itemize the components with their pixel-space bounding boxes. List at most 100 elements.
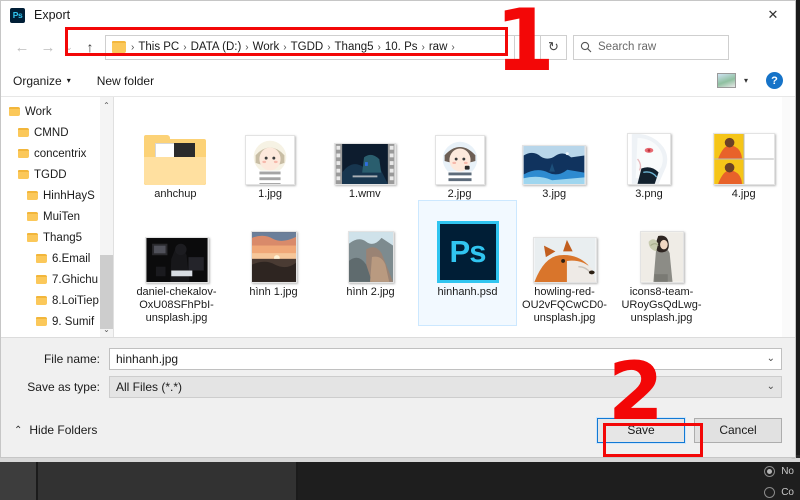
chevron-down-icon[interactable]: ▾: [744, 76, 748, 85]
organize-button[interactable]: Organize ▾: [13, 74, 71, 88]
chevron-down-icon[interactable]: ⌄: [767, 353, 775, 364]
change-view-icon[interactable]: [716, 73, 736, 88]
file-item[interactable]: anhchup: [128, 103, 223, 201]
refresh-icon[interactable]: ↻: [541, 34, 567, 60]
folder-tree-sidebar[interactable]: Work CMND concentrix TGDD HinhHayS MuiTen Than…: [1, 97, 113, 337]
file-item[interactable]: daniel-chekalov-OxU08SFhPbI-unsplash.jpg: [128, 201, 225, 325]
photoshop-radio-option-1[interactable]: No: [764, 466, 794, 477]
file-name-label: anhchup: [154, 188, 197, 200]
sidebar-item-hinhhays[interactable]: HinhHayS: [1, 185, 113, 206]
file-name-label: hình 2.jpg: [346, 286, 395, 298]
file-name-label: hinhanh.psd: [437, 286, 498, 298]
search-input[interactable]: Search raw: [573, 34, 729, 60]
sidebar-item-7-ghichu[interactable]: 7.Ghichu: [1, 269, 113, 290]
file-row: anhchup 1.jpg 1.wmv 2.jpg 3.jpg 3.png 4.jpg: [128, 103, 791, 201]
hide-folders-label: Hide Folders: [29, 423, 98, 437]
breadcrumb-item-2[interactable]: Work: [250, 41, 283, 53]
file-item[interactable]: hình 2.jpg: [322, 201, 419, 325]
breadcrumb-item-0[interactable]: This PC: [135, 41, 182, 53]
file-thumbnail: [626, 107, 671, 185]
chevron-down-icon[interactable]: ⌄: [767, 381, 775, 392]
save-button[interactable]: Save: [596, 416, 686, 444]
filename-value: hinhanh.jpg: [116, 351, 179, 366]
filegrid-scrollbar[interactable]: [782, 97, 795, 337]
folder-icon: [18, 149, 29, 158]
scrollbar-thumb[interactable]: [100, 255, 113, 329]
file-item[interactable]: 4.jpg: [696, 103, 791, 201]
chevron-down-icon: ▾: [66, 76, 71, 85]
dialog-footer: ⌃ Hide Folders Save Cancel: [1, 403, 795, 457]
file-item[interactable]: 1.jpg: [223, 103, 318, 201]
folder-icon: [18, 128, 29, 137]
photoshop-radio-option-2[interactable]: Co: [764, 487, 794, 498]
hide-folders-button[interactable]: ⌃ Hide Folders: [14, 423, 97, 437]
sidebar-item-10-ps[interactable]: 10. Ps: [1, 332, 113, 338]
sidebar-item-label: Work: [25, 105, 52, 118]
sidebar-item-concentrix[interactable]: concentrix: [1, 143, 113, 164]
photoshop-radio-label-2: Co: [781, 487, 794, 498]
help-icon[interactable]: ?: [766, 72, 783, 89]
file-item[interactable]: 3.jpg: [507, 103, 602, 201]
breadcrumb-item-5[interactable]: 10. Ps: [382, 41, 421, 53]
command-toolbar: Organize ▾ New folder ▾ ?: [1, 65, 795, 96]
dialog-title: Export: [34, 8, 71, 22]
new-folder-button[interactable]: New folder: [97, 74, 154, 88]
folder-icon: [27, 233, 38, 242]
breadcrumb-item-3[interactable]: TGDD: [288, 41, 327, 53]
file-name-label: 3.jpg: [542, 188, 567, 200]
file-thumbnail: [522, 107, 587, 185]
file-item[interactable]: Ps hinhanh.psd: [418, 200, 517, 326]
sidebar-item-8-loitiep[interactable]: 8.LoiTiep: [1, 290, 113, 311]
sidebar-item-muiten[interactable]: MuiTen: [1, 206, 113, 227]
breadcrumb-item-1[interactable]: DATA (D:): [188, 41, 245, 53]
cancel-button[interactable]: Cancel: [694, 417, 782, 443]
export-save-dialog: Ps Export ✕ ← → ⌄ ↑ › This PC › DATA (D:…: [0, 0, 796, 458]
file-item[interactable]: 3.png: [602, 103, 697, 201]
scroll-up-icon[interactable]: ⌃: [100, 97, 113, 113]
scroll-down-icon[interactable]: ⌄: [100, 321, 113, 337]
sidebar-item-6-email[interactable]: 6.Email: [1, 248, 113, 269]
search-icon: [580, 41, 592, 53]
file-item[interactable]: howling-red-OU2vFQCwCD0-unsplash.jpg: [516, 201, 613, 325]
chevron-down-icon[interactable]: ⌄: [515, 34, 541, 60]
file-thumbnail: [347, 205, 394, 283]
sidebar-item-label: 7.Ghichu: [52, 273, 99, 286]
radio-icon[interactable]: [764, 487, 776, 498]
forward-icon[interactable]: →: [35, 34, 61, 60]
savetype-row: Save as type: All Files (*.*) ⌄: [14, 375, 782, 398]
sidebar-item-work[interactable]: Work: [1, 101, 113, 122]
folder-icon: [27, 212, 38, 221]
psd-thumbnail: Ps: [436, 221, 499, 283]
folder-icon: [112, 41, 126, 53]
sidebar-item-9-sumif[interactable]: 9. Sumif: [1, 311, 113, 332]
file-item[interactable]: 2.jpg: [412, 103, 507, 201]
toolbar-right-group: ▾ ?: [716, 72, 783, 89]
breadcrumb[interactable]: › This PC › DATA (D:) › Work › TGDD › Th…: [105, 34, 515, 60]
radio-icon[interactable]: [764, 466, 776, 477]
save-form: File name: hinhanh.jpg ⌄ Save as type: A…: [1, 337, 795, 403]
file-name-label: 2.jpg: [447, 188, 472, 200]
sidebar-item-thang5[interactable]: Thang5: [1, 227, 113, 248]
back-icon[interactable]: ←: [9, 34, 35, 60]
sidebar-scrollbar[interactable]: ⌃ ⌄: [100, 97, 113, 337]
recent-locations-icon[interactable]: ⌄: [61, 34, 77, 60]
breadcrumb-item-6[interactable]: raw: [426, 41, 451, 53]
breadcrumb-item-4[interactable]: Thang5: [332, 41, 377, 53]
folder-icon: [36, 275, 47, 284]
photoshop-radio-label-1: No: [781, 466, 794, 477]
file-name-label: 4.jpg: [731, 188, 756, 200]
filename-input[interactable]: hinhanh.jpg ⌄: [109, 347, 782, 370]
sidebar-item-tgdd[interactable]: TGDD: [1, 164, 113, 185]
up-one-level-icon[interactable]: ↑: [77, 34, 103, 60]
file-item[interactable]: hình 1.jpg: [225, 201, 322, 325]
file-item[interactable]: icons8-team-URoyGsQdLwg-unsplash.jpg: [613, 201, 710, 325]
file-item[interactable]: 1.wmv: [317, 103, 412, 201]
file-list-view[interactable]: anhchup 1.jpg 1.wmv 2.jpg 3.jpg 3.png 4.jpg da…: [114, 97, 795, 337]
file-thumbnail: [434, 107, 485, 185]
file-thumbnail: [532, 205, 597, 283]
photoshop-panel-left: [0, 462, 36, 500]
close-icon[interactable]: ✕: [751, 1, 795, 29]
sidebar-item-cmnd[interactable]: CMND: [1, 122, 113, 143]
folder-icon: [27, 191, 38, 200]
savetype-select[interactable]: All Files (*.*) ⌄: [109, 375, 782, 398]
